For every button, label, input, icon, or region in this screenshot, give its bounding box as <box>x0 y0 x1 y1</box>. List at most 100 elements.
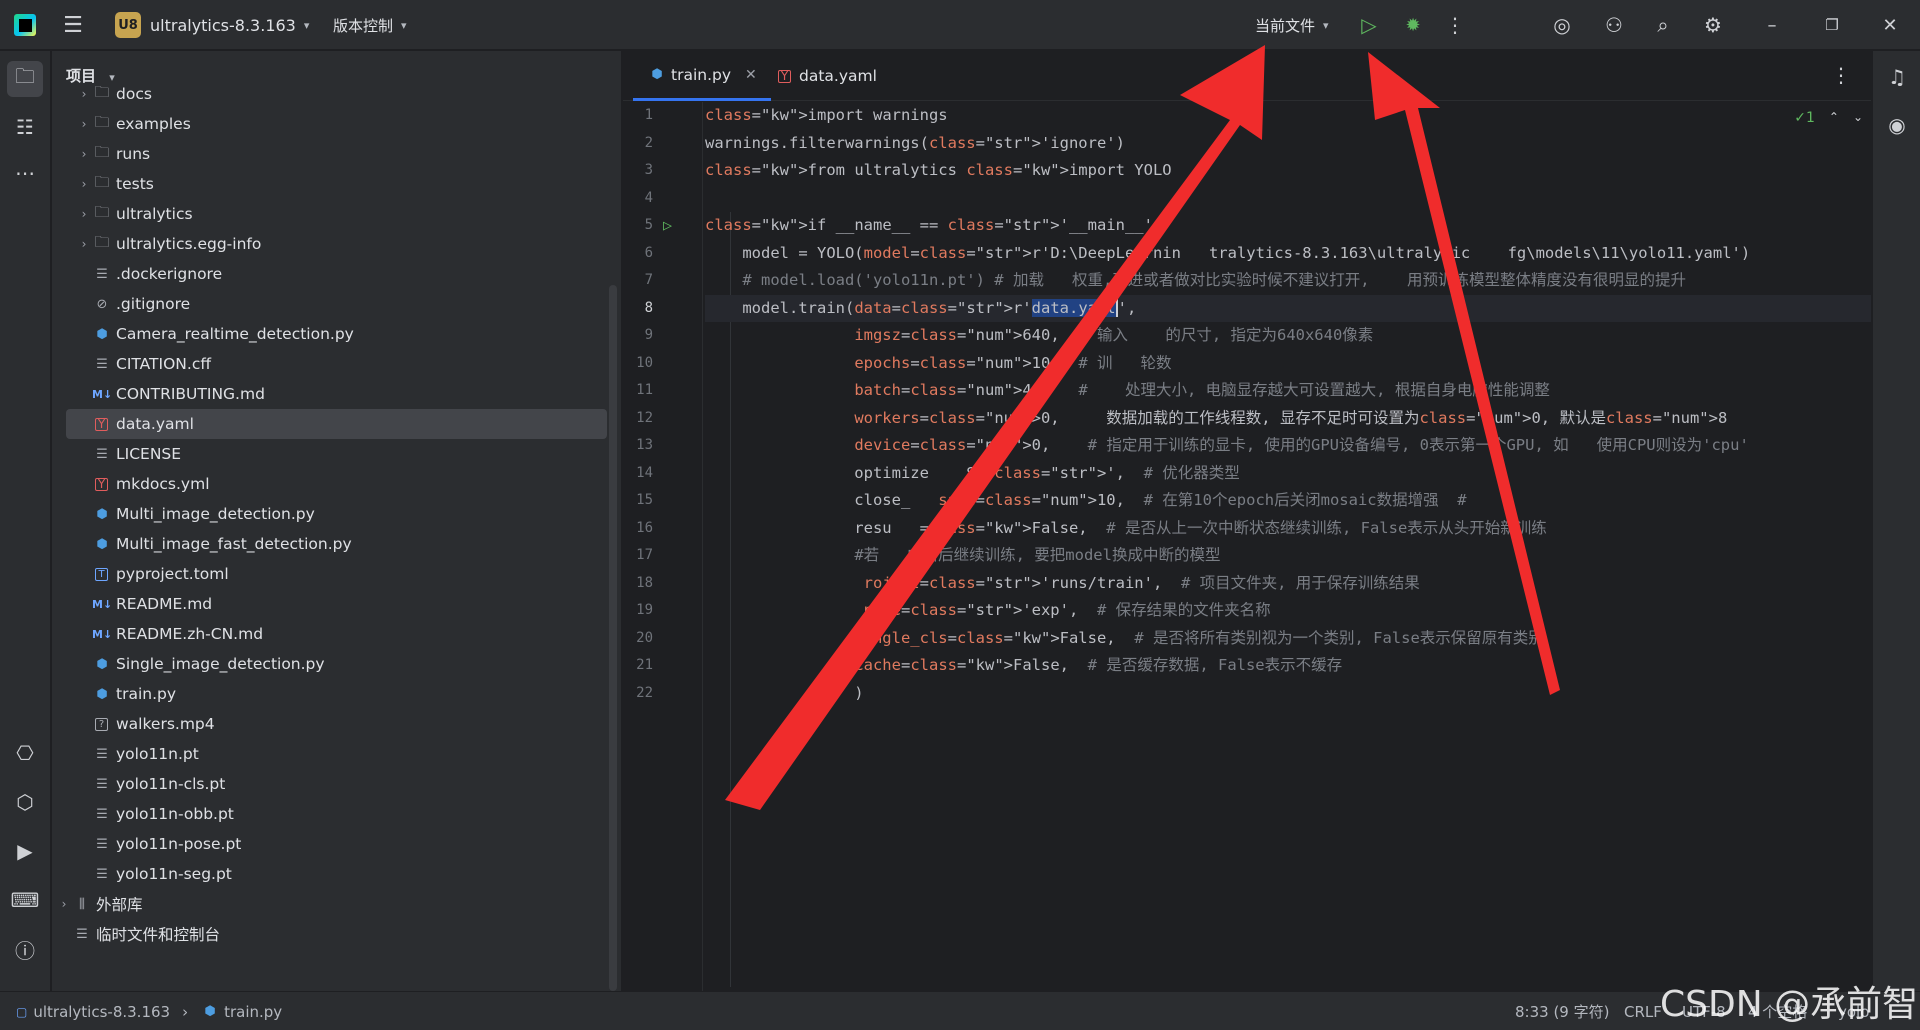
code-line: class="kw">import warnings <box>705 106 948 124</box>
settings-gear-icon[interactable]: ⚙ <box>1696 0 1730 50</box>
tree-item-label: 临时文件和控制台 <box>96 926 221 944</box>
tree-item-label: yolo11n-obb.pt <box>116 805 234 823</box>
tab-options-icon[interactable]: ⋮ <box>1831 63 1851 87</box>
tree-item-label: ultralytics <box>116 205 193 223</box>
yaml-file-icon: Y <box>778 69 791 83</box>
tree-item[interactable]: ☰ CITATION.cff <box>52 349 607 379</box>
run-icon[interactable]: ▷ <box>1352 0 1386 50</box>
structure-icon[interactable]: ☷ <box>7 109 43 145</box>
tree-item[interactable]: ☰ yolo11n-seg.pt <box>52 859 607 889</box>
project-scrollbar[interactable] <box>609 285 617 991</box>
tree-item[interactable]: ☰ 临时文件和控制台 <box>52 919 607 949</box>
tree-item[interactable]: ☰ yolo11n.pt <box>52 739 607 769</box>
search-icon[interactable]: ⌕ <box>1646 0 1680 50</box>
tree-item[interactable]: Ydata.yaml <box>66 409 607 439</box>
tree-item[interactable]: M↓ README.md <box>52 589 607 619</box>
tree-item[interactable]: M↓ CONTRIBUTING.md <box>52 379 607 409</box>
tree-item[interactable]: ⬢ train.py <box>52 679 607 709</box>
ai-assistant-icon[interactable]: ◎ <box>1545 0 1579 50</box>
tree-item[interactable]: › 🗀 ultralytics <box>52 199 607 229</box>
tree-item[interactable]: ☰ yolo11n-cls.pt <box>52 769 607 799</box>
tree-item-label: data.yaml <box>116 415 194 433</box>
line-number: 1 <box>644 107 653 123</box>
tree-item[interactable]: ☰ LICENSE <box>52 439 607 469</box>
close-tab-icon[interactable]: ✕ <box>745 67 757 83</box>
tree-item[interactable]: › 🗀 docs <box>52 79 607 109</box>
tree-item[interactable]: ⬢ Single_image_detection.py <box>52 649 607 679</box>
tree-item-label: tests <box>116 175 154 193</box>
run-config-selector[interactable]: 当前文件 ▾ <box>1255 0 1329 50</box>
tree-item[interactable]: ⬢ Multi_image_detection.py <box>52 499 607 529</box>
chevron-right-icon[interactable]: › <box>76 237 92 251</box>
code-line: cache=class="kw">False, # 是否缓存数据, False表… <box>854 656 1343 674</box>
line-number: 20 <box>636 629 653 646</box>
tab-data-yaml[interactable]: Y data.yaml <box>761 51 891 101</box>
text-file-icon: ☰ <box>96 446 108 462</box>
chevron-right-icon[interactable]: › <box>76 117 92 131</box>
tree-item[interactable]: › 🗀 examples <box>52 109 607 139</box>
tree-item[interactable]: Tpyproject.toml <box>52 559 607 589</box>
run-tool-icon[interactable]: ▶ <box>7 833 43 869</box>
python-packages-icon[interactable]: ⎔ <box>7 735 43 771</box>
project-switcher[interactable]: U8 ultralytics-8.3.163 ▾ <box>115 0 309 50</box>
debug-icon[interactable]: ✹ <box>1396 0 1430 50</box>
chevron-right-icon[interactable]: › <box>56 897 72 911</box>
code-line: single_cls=class="kw">False, # 是否将所有类别视为… <box>854 628 1544 647</box>
inspection-widget[interactable]: ✓1 ⌃ ⌄ <box>1794 110 1863 126</box>
notifications-bell-icon[interactable]: ♫ <box>1879 59 1915 95</box>
chevron-right-icon[interactable]: › <box>76 177 92 191</box>
module-icon: ▢ <box>16 1004 28 1019</box>
tree-item-label: pyproject.toml <box>116 565 229 583</box>
chevron-right-icon[interactable]: › <box>76 87 92 101</box>
more-tools-icon[interactable]: ⋯ <box>7 155 43 191</box>
breadcrumb[interactable]: ▢ ultralytics-8.3.163 › ⬢ train.py <box>16 992 282 1030</box>
tree-item-label: CITATION.cff <box>116 355 212 373</box>
breadcrumb-project: ultralytics-8.3.163 <box>33 1002 171 1021</box>
tree-item[interactable]: ☰ .dockerignore <box>52 259 607 289</box>
minimize-icon[interactable]: – <box>1748 0 1796 50</box>
code-line: name=class="str">'exp', # 保存结果的文件夹名称 <box>863 601 1271 619</box>
run-gutter-icon[interactable]: ▷ <box>663 216 672 234</box>
project-folder-icon[interactable]: 🗀 <box>7 61 43 97</box>
tree-item[interactable]: › ⫼ 外部库 <box>52 889 607 919</box>
tree-item[interactable]: Ymkdocs.yml <box>52 469 607 499</box>
code-line: model.train(data=class="str">r'data.yaml… <box>705 294 1871 322</box>
services-icon[interactable]: ⬡ <box>7 784 43 820</box>
tree-item[interactable]: › 🗀 tests <box>52 169 607 199</box>
tree-item[interactable]: ⬢ Multi_image_fast_detection.py <box>52 529 607 559</box>
close-window-icon[interactable]: ✕ <box>1866 0 1914 50</box>
python-file-icon: ⬢ <box>651 67 663 82</box>
line-number: 16 <box>636 519 653 536</box>
chevron-right-icon[interactable]: › <box>76 147 92 161</box>
chevron-down-icon[interactable]: ⌄ <box>1853 110 1863 126</box>
tree-item[interactable]: ⬢ Camera_realtime_detection.py <box>52 319 607 349</box>
terminal-icon[interactable]: ⌨ <box>7 882 43 918</box>
chevron-right-icon[interactable]: › <box>76 207 92 221</box>
more-actions-icon[interactable]: ⋮ <box>1438 0 1472 50</box>
tree-item[interactable]: › 🗀 runs <box>52 139 607 169</box>
run-config-label: 当前文件 <box>1255 16 1316 35</box>
tab-train-py[interactable]: ⬢ train.py ✕ <box>633 51 771 101</box>
line-separator[interactable]: CRLF <box>1624 992 1662 1030</box>
tree-item[interactable]: ⊘ .gitignore <box>52 289 607 319</box>
main-menu-icon[interactable]: ☰ <box>60 0 86 50</box>
code-editor[interactable]: 1 2 3 4 5 ▷ 6 7 8 9 10 11 12 13 14 15 16 17 18 19 20 21 22 cla… <box>623 102 1871 991</box>
pycharm-logo-icon[interactable] <box>12 0 38 50</box>
ai-chat-icon[interactable]: ◉ <box>1879 107 1915 143</box>
tree-item[interactable]: ? walkers.mp4 <box>52 709 607 739</box>
tree-item[interactable]: M↓ README.zh-CN.md <box>52 619 607 649</box>
vcs-menu[interactable]: 版本控制 ▾ <box>333 0 407 50</box>
tree-item[interactable]: ☰ yolo11n-pose.pt <box>52 829 607 859</box>
chevron-up-icon[interactable]: ⌃ <box>1829 110 1839 126</box>
python-file-icon: ⬢ <box>96 536 108 552</box>
add-user-icon[interactable]: ⚇ <box>1597 0 1631 50</box>
text-file-icon: ☰ <box>96 746 108 762</box>
caret-position[interactable]: 8:33 (9 字符) <box>1515 992 1609 1030</box>
tree-item[interactable]: ☰ yolo11n-obb.pt <box>52 799 607 829</box>
code-line: batch=class="num">4, # 处理大小, 电脑显存越大可设置越大… <box>854 381 1550 399</box>
text-file-icon: ☰ <box>96 866 108 882</box>
code-line: model = YOLO(model=class="str">r'D:\Deep… <box>705 243 1751 262</box>
tree-item[interactable]: › 🗀 ultralytics.egg-info <box>52 229 607 259</box>
problems-icon[interactable]: ⓘ <box>7 931 43 967</box>
restore-icon[interactable]: ❐ <box>1808 0 1856 50</box>
